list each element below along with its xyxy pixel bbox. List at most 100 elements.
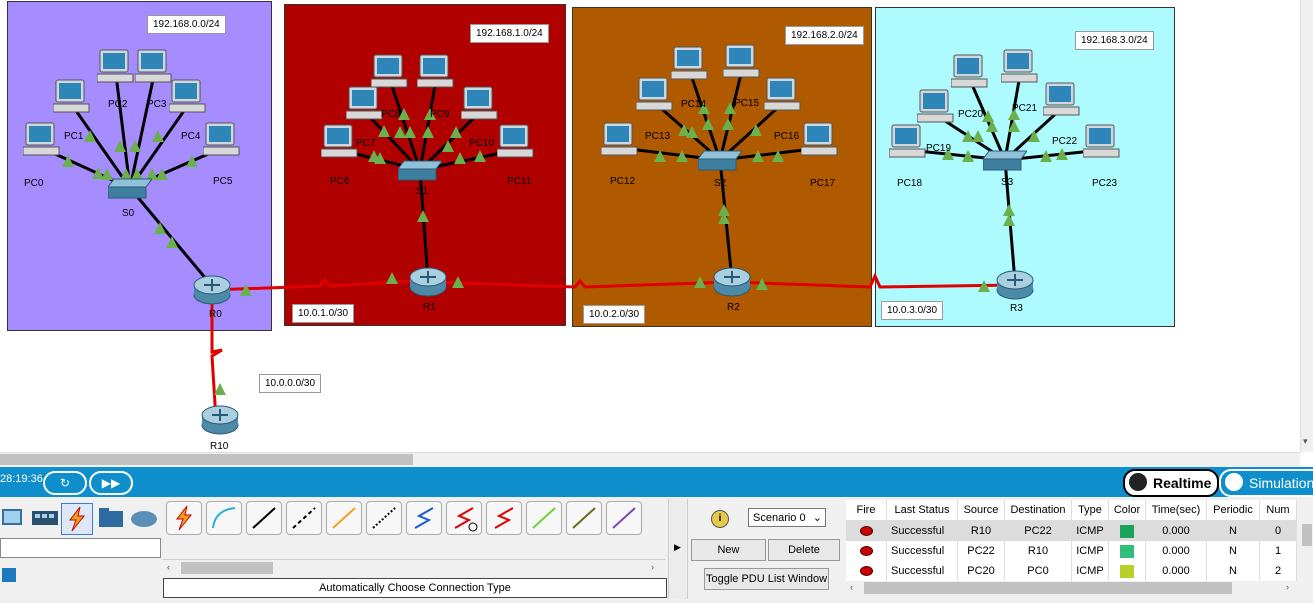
phone-icon bbox=[372, 507, 396, 529]
pc-icon[interactable] bbox=[671, 46, 709, 82]
router-icon[interactable] bbox=[408, 265, 448, 299]
pc-icon[interactable] bbox=[889, 124, 927, 160]
col-num: Num bbox=[1259, 500, 1297, 521]
pc-icon[interactable] bbox=[764, 77, 802, 113]
pc-icon[interactable] bbox=[321, 124, 359, 160]
scroll-thumb[interactable] bbox=[0, 454, 413, 465]
router-icon[interactable] bbox=[200, 403, 240, 437]
chevron-down-icon[interactable]: ▾ bbox=[1303, 436, 1308, 447]
router-icon[interactable] bbox=[192, 273, 232, 307]
pc-icon[interactable] bbox=[801, 122, 839, 158]
table-row[interactable]: Successful R10 PC22 ICMP 0.000 N 0 bbox=[846, 520, 1297, 541]
router-icon[interactable] bbox=[995, 268, 1035, 302]
panel-divider[interactable]: ▶ bbox=[668, 499, 688, 599]
table-row[interactable]: Successful PC20 PC0 ICMP 0.000 N 2 bbox=[846, 561, 1297, 581]
switch-icon[interactable] bbox=[983, 149, 1027, 171]
col-color: Color bbox=[1108, 500, 1146, 521]
pc-icon[interactable] bbox=[417, 54, 455, 90]
new-scenario-button[interactable]: New bbox=[691, 539, 766, 561]
pc-icon[interactable] bbox=[1083, 124, 1121, 160]
switch-icon[interactable] bbox=[698, 149, 742, 171]
pc-label: PC8 bbox=[381, 109, 401, 120]
type-cell: ICMP bbox=[1076, 545, 1104, 557]
folder-icon[interactable] bbox=[97, 503, 127, 533]
pc-icon[interactable] bbox=[53, 79, 91, 115]
simulation-mode-button[interactable]: Simulation bbox=[1219, 469, 1313, 497]
num-cell: 2 bbox=[1274, 565, 1282, 577]
pc-icon[interactable] bbox=[169, 79, 207, 115]
connection-type-button[interactable] bbox=[486, 501, 522, 535]
pc-icon[interactable] bbox=[461, 86, 499, 122]
chevron-left-icon[interactable]: ‹ bbox=[167, 562, 170, 572]
pdu-vscroll[interactable] bbox=[1301, 500, 1313, 580]
pc-icon[interactable] bbox=[1043, 82, 1081, 118]
fire-icon[interactable] bbox=[859, 526, 873, 537]
connection-type-button[interactable] bbox=[606, 501, 642, 535]
fire-icon[interactable] bbox=[859, 546, 873, 557]
table-row[interactable]: Successful PC22 R10 ICMP 0.000 N 1 bbox=[846, 541, 1297, 561]
pc-icon[interactable] bbox=[346, 86, 384, 122]
delete-scenario-button[interactable]: Delete bbox=[768, 539, 840, 561]
connection-type-button[interactable] bbox=[286, 501, 322, 535]
connection-type-button[interactable] bbox=[406, 501, 442, 535]
grid-icon[interactable] bbox=[2, 568, 16, 582]
pc-label: PC19 bbox=[926, 143, 952, 154]
pc-label: PC11 bbox=[507, 176, 532, 187]
pc-icon[interactable] bbox=[601, 122, 639, 158]
clock-icon bbox=[1129, 473, 1147, 491]
scroll-thumb[interactable] bbox=[181, 562, 273, 574]
switch-label: S0 bbox=[122, 208, 135, 219]
network-label: 192.168.3.0/24 bbox=[1075, 31, 1154, 50]
connections-icon[interactable] bbox=[61, 503, 93, 535]
connection-type-button[interactable] bbox=[526, 501, 562, 535]
scroll-thumb[interactable] bbox=[864, 582, 1232, 594]
toggle-pdu-list-button[interactable]: Toggle PDU List Window bbox=[704, 568, 829, 590]
pc-icon[interactable] bbox=[1001, 49, 1039, 85]
info-icon[interactable]: i bbox=[711, 510, 729, 528]
connection-type-button[interactable] bbox=[246, 501, 282, 535]
device-search-input[interactable] bbox=[0, 538, 161, 558]
connection-type-button[interactable] bbox=[566, 501, 602, 535]
pdu-hscroll[interactable]: ‹ › bbox=[846, 581, 1301, 595]
chevron-left-icon[interactable]: ‹ bbox=[850, 582, 853, 592]
pc-icon[interactable] bbox=[917, 89, 955, 125]
cloud-icon[interactable] bbox=[129, 503, 159, 533]
pc-icon[interactable] bbox=[135, 49, 173, 85]
connection-type-button[interactable] bbox=[446, 501, 482, 535]
router-icon[interactable] bbox=[712, 265, 752, 299]
realtime-mode-button[interactable]: Realtime bbox=[1123, 469, 1219, 497]
connection-type-button[interactable] bbox=[206, 501, 242, 535]
network-device-icon[interactable] bbox=[30, 503, 60, 533]
connections-hscroll[interactable]: ‹ › bbox=[163, 559, 665, 576]
pc-icon[interactable] bbox=[203, 122, 241, 158]
pc-icon[interactable] bbox=[723, 44, 761, 80]
fast-forward-button[interactable]: ▶▶ bbox=[89, 471, 133, 495]
pc-icon[interactable] bbox=[497, 124, 535, 160]
scenario-select[interactable]: Scenario 0 ⌄ bbox=[748, 508, 826, 527]
expand-arrow-icon[interactable]: ▶ bbox=[674, 542, 681, 553]
switch-icon[interactable] bbox=[398, 159, 442, 181]
pc-label: PC7 bbox=[356, 138, 376, 149]
fiber-icon bbox=[332, 507, 356, 529]
switch-icon[interactable] bbox=[108, 177, 152, 199]
connection-type-button[interactable] bbox=[326, 501, 362, 535]
connection-type-button[interactable] bbox=[166, 501, 202, 535]
horizontal-scrollbar[interactable] bbox=[0, 452, 1300, 467]
fire-icon[interactable] bbox=[859, 566, 873, 577]
pc-icon[interactable] bbox=[636, 77, 674, 113]
end-device-icon[interactable] bbox=[0, 503, 26, 533]
pc-icon[interactable] bbox=[371, 54, 409, 90]
pc-icon[interactable] bbox=[951, 54, 989, 90]
power-cycle-button[interactable]: ↻ bbox=[43, 471, 87, 495]
chevron-right-icon[interactable]: › bbox=[651, 562, 654, 572]
link-label: 10.0.2.0/30 bbox=[583, 305, 646, 324]
col-time: Time(sec) bbox=[1145, 500, 1207, 521]
topology-canvas[interactable]: 192.168.0.0/24 192.168.1.0/24 192.168.2.… bbox=[0, 0, 1300, 452]
connection-type-button[interactable] bbox=[366, 501, 402, 535]
chevron-right-icon[interactable]: › bbox=[1286, 582, 1289, 592]
pc-icon[interactable] bbox=[97, 49, 135, 85]
router-label: R10 bbox=[210, 441, 229, 452]
pc-icon[interactable] bbox=[23, 122, 61, 158]
vertical-scrollbar[interactable]: ▾ bbox=[1300, 0, 1313, 452]
scroll-thumb[interactable] bbox=[1302, 524, 1312, 546]
